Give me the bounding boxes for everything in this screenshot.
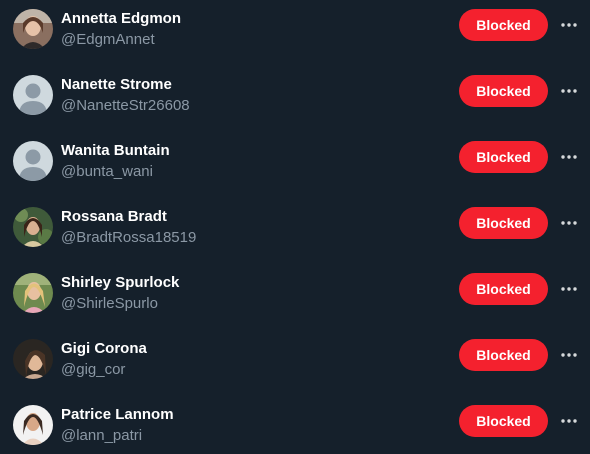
account-handle[interactable]: @gig_cor bbox=[61, 360, 125, 380]
blocked-button[interactable]: Blocked bbox=[459, 339, 548, 371]
account-name[interactable]: Nanette Strome bbox=[61, 75, 172, 95]
more-options-icon bbox=[561, 287, 577, 291]
more-options-button[interactable] bbox=[559, 279, 579, 299]
account-handle[interactable]: @BradtRossa18519 bbox=[61, 228, 196, 248]
more-options-button[interactable] bbox=[559, 81, 579, 101]
avatar[interactable] bbox=[13, 207, 53, 247]
more-options-icon bbox=[561, 155, 577, 159]
account-row-annetta-edgmon[interactable]: Annetta Edgmon @EdgmAnnet Blocked bbox=[0, 8, 590, 74]
more-options-icon bbox=[561, 221, 577, 225]
account-name[interactable]: Patrice Lannom bbox=[61, 405, 174, 425]
account-name[interactable]: Shirley Spurlock bbox=[61, 273, 179, 293]
account-handle[interactable]: @ShirleSpurlo bbox=[61, 294, 158, 314]
more-options-button[interactable] bbox=[559, 147, 579, 167]
more-options-icon bbox=[561, 419, 577, 423]
more-options-button[interactable] bbox=[559, 213, 579, 233]
account-row-nanette-strome[interactable]: Nanette Strome @NanetteStr26608 Blocked bbox=[0, 74, 590, 140]
avatar[interactable] bbox=[13, 339, 53, 379]
account-row-wanita-buntain[interactable]: Wanita Buntain @bunta_wani Blocked bbox=[0, 140, 590, 206]
avatar[interactable] bbox=[13, 405, 53, 445]
account-name[interactable]: Wanita Buntain bbox=[61, 141, 170, 161]
account-handle[interactable]: @lann_patri bbox=[61, 426, 142, 446]
default-avatar-icon bbox=[13, 141, 53, 181]
blocked-button[interactable]: Blocked bbox=[459, 75, 548, 107]
default-avatar-icon bbox=[13, 75, 53, 115]
blocked-button[interactable]: Blocked bbox=[459, 9, 548, 41]
more-options-icon bbox=[561, 23, 577, 27]
more-options-icon bbox=[561, 89, 577, 93]
account-handle[interactable]: @bunta_wani bbox=[61, 162, 153, 182]
more-options-button[interactable] bbox=[559, 345, 579, 365]
account-name[interactable]: Annetta Edgmon bbox=[61, 9, 181, 29]
avatar[interactable] bbox=[13, 75, 53, 115]
account-name[interactable]: Gigi Corona bbox=[61, 339, 147, 359]
account-handle[interactable]: @EdgmAnnet bbox=[61, 30, 155, 50]
profile-photo-icon bbox=[13, 405, 53, 445]
account-name[interactable]: Rossana Bradt bbox=[61, 207, 167, 227]
blocked-button[interactable]: Blocked bbox=[459, 273, 548, 305]
more-options-icon bbox=[561, 353, 577, 357]
account-row-patrice-lannom[interactable]: Patrice Lannom @lann_patri Blocked bbox=[0, 404, 590, 454]
blocked-accounts-list: Annetta Edgmon @EdgmAnnet Blocked Nanett… bbox=[0, 0, 590, 454]
blocked-button[interactable]: Blocked bbox=[459, 207, 548, 239]
account-row-shirley-spurlock[interactable]: Shirley Spurlock @ShirleSpurlo Blocked bbox=[0, 272, 590, 338]
profile-photo-icon bbox=[13, 9, 53, 49]
profile-photo-icon bbox=[13, 207, 53, 247]
more-options-button[interactable] bbox=[559, 15, 579, 35]
account-handle[interactable]: @NanetteStr26608 bbox=[61, 96, 190, 116]
blocked-button[interactable]: Blocked bbox=[459, 405, 548, 437]
more-options-button[interactable] bbox=[559, 411, 579, 431]
profile-photo-icon bbox=[13, 339, 53, 379]
account-row-rossana-bradt[interactable]: Rossana Bradt @BradtRossa18519 Blocked bbox=[0, 206, 590, 272]
avatar[interactable] bbox=[13, 273, 53, 313]
blocked-button[interactable]: Blocked bbox=[459, 141, 548, 173]
account-row-gigi-corona[interactable]: Gigi Corona @gig_cor Blocked bbox=[0, 338, 590, 404]
profile-photo-icon bbox=[13, 273, 53, 313]
avatar[interactable] bbox=[13, 9, 53, 49]
avatar[interactable] bbox=[13, 141, 53, 181]
